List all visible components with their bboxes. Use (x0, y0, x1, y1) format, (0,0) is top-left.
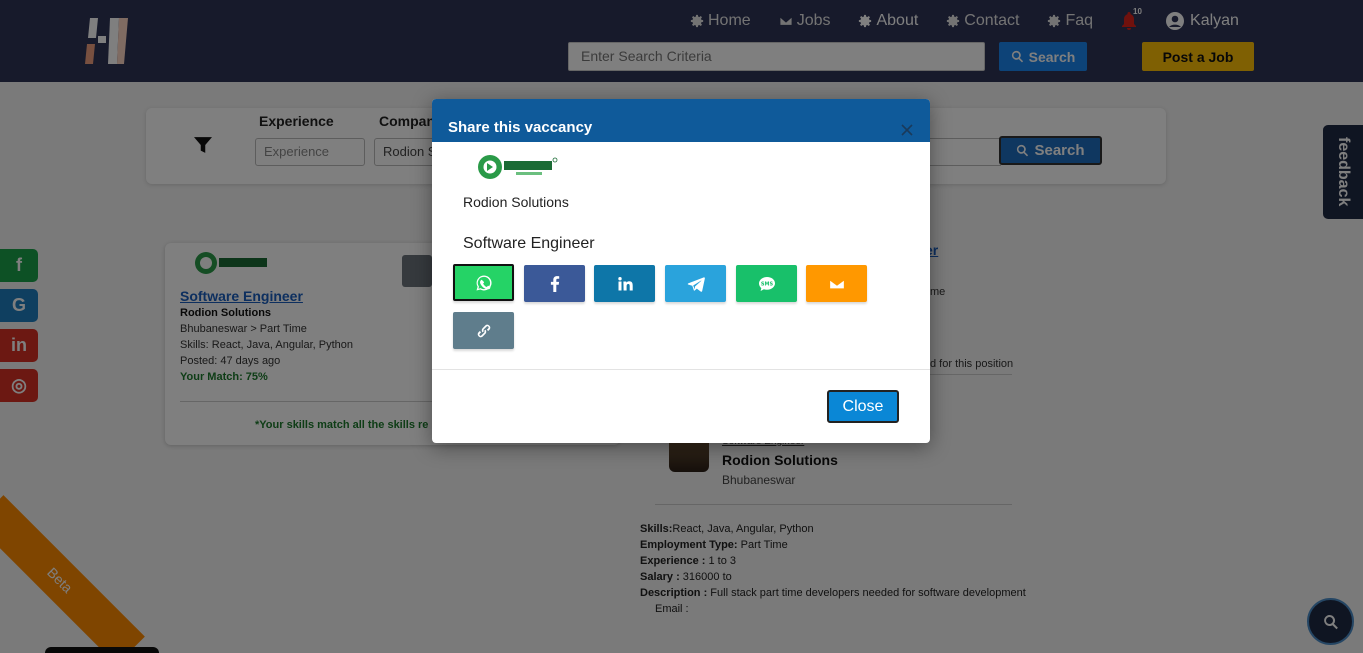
rodion-logo (478, 155, 558, 179)
share-modal: Share this vaccancy Rodion Solutions Sof… (432, 99, 930, 443)
share-modal-divider (432, 369, 930, 370)
close-icon[interactable] (900, 123, 914, 137)
share-email-button[interactable] (806, 265, 867, 302)
share-modal-title: Share this vaccancy (448, 119, 593, 136)
share-modal-company: Rodion Solutions (463, 194, 569, 210)
svg-text:SMS: SMS (760, 281, 773, 287)
envelope-icon (828, 277, 845, 290)
link-icon (477, 324, 490, 337)
whatsapp-icon (476, 274, 492, 290)
share-telegram-button[interactable] (665, 265, 726, 302)
share-modal-job-title: Software Engineer (463, 235, 595, 252)
facebook-icon (550, 275, 559, 292)
telegram-icon (687, 276, 705, 292)
share-sms-button[interactable]: SMS (736, 265, 797, 302)
share-copy-link-button[interactable] (453, 312, 514, 349)
share-whatsapp-button[interactable] (453, 264, 514, 301)
linkedin-icon (617, 276, 633, 290)
close-button[interactable]: Close (827, 390, 899, 423)
share-modal-header: Share this vaccancy (432, 99, 930, 142)
share-facebook-button[interactable] (524, 265, 585, 302)
sms-icon: SMS (758, 276, 775, 291)
share-linkedin-button[interactable] (594, 265, 655, 302)
